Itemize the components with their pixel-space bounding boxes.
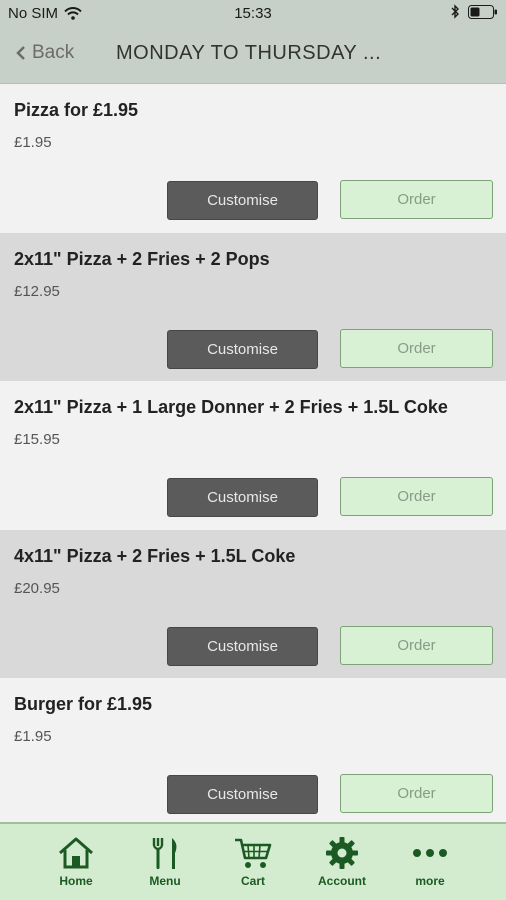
- chevron-left-icon: [16, 46, 25, 60]
- customise-button[interactable]: Customise: [167, 181, 318, 220]
- order-button[interactable]: Order: [340, 180, 493, 219]
- tab-cart[interactable]: Cart: [213, 836, 293, 888]
- item-title: Burger for £1.95: [14, 694, 153, 714]
- status-bar: No SIM 15:33: [0, 0, 506, 28]
- item-title: 2x11" Pizza + 2 Fries + 2 Pops: [14, 248, 270, 269]
- customise-button[interactable]: Customise: [167, 478, 318, 517]
- item-title: Pizza for £1.95: [14, 100, 139, 120]
- tab-account[interactable]: Account: [302, 836, 382, 888]
- item-price: £1.95: [14, 134, 52, 151]
- tab-label: Cart: [240, 874, 265, 888]
- tab-more[interactable]: more: [390, 836, 470, 888]
- order-button[interactable]: Order: [340, 328, 493, 368]
- item-title: 4x11" Pizza + 2 Fries + 1.5L Coke: [14, 545, 296, 566]
- list-item: 2x11" Pizza + 2 Fries + 2 Pops £12.95 Cu…: [0, 232, 506, 381]
- list-item: 2x11" Pizza + 1 Large Donner + 2 Fries +…: [0, 381, 506, 530]
- tab-label: more: [415, 874, 445, 888]
- customise-button[interactable]: Customise: [167, 626, 318, 666]
- tab-label: Account: [318, 874, 366, 888]
- tab-menu[interactable]: Menu: [125, 836, 205, 888]
- tab-bar: Home Menu Cart Account more: [0, 822, 506, 900]
- item-price: £1.95: [14, 728, 52, 745]
- tab-label: Home: [59, 874, 93, 888]
- status-right: [451, 4, 498, 19]
- battery-icon: [468, 4, 497, 19]
- back-label: Back: [32, 42, 75, 63]
- list-item: Pizza for £1.95 £1.95 Customise Order: [0, 84, 506, 233]
- home-icon: [59, 837, 93, 869]
- offers-list: Pizza for £1.95 £1.95 Customise Order 2x…: [0, 84, 506, 822]
- item-price: £15.95: [14, 431, 60, 448]
- navigation-bar: Back MONDAY TO THURSDAY ...: [0, 28, 506, 84]
- back-button[interactable]: Back: [16, 42, 74, 64]
- item-title: 2x11" Pizza + 1 Large Donner + 2 Fries +…: [14, 397, 448, 417]
- order-button[interactable]: Order: [340, 477, 493, 516]
- list-item: Burger for £1.95 £1.95 Customise Order: [0, 678, 506, 822]
- order-button[interactable]: Order: [340, 774, 493, 813]
- page-title: MONDAY TO THURSDAY ...: [116, 42, 382, 64]
- customise-button[interactable]: Customise: [167, 329, 318, 369]
- list-item: 4x11" Pizza + 2 Fries + 1.5L Coke £20.95…: [0, 529, 506, 678]
- fork-knife-icon: [152, 838, 177, 869]
- item-price: £20.95: [14, 579, 60, 597]
- tab-home[interactable]: Home: [36, 836, 116, 888]
- more-icon: [413, 849, 447, 857]
- customise-button[interactable]: Customise: [167, 775, 318, 814]
- item-price: £12.95: [14, 282, 60, 300]
- tab-label: Menu: [149, 874, 181, 888]
- gear-icon: [326, 837, 358, 869]
- status-time: 15:33: [234, 5, 272, 22]
- bluetooth-icon: [451, 4, 459, 19]
- cart-icon: [235, 838, 272, 868]
- order-button[interactable]: Order: [340, 625, 493, 665]
